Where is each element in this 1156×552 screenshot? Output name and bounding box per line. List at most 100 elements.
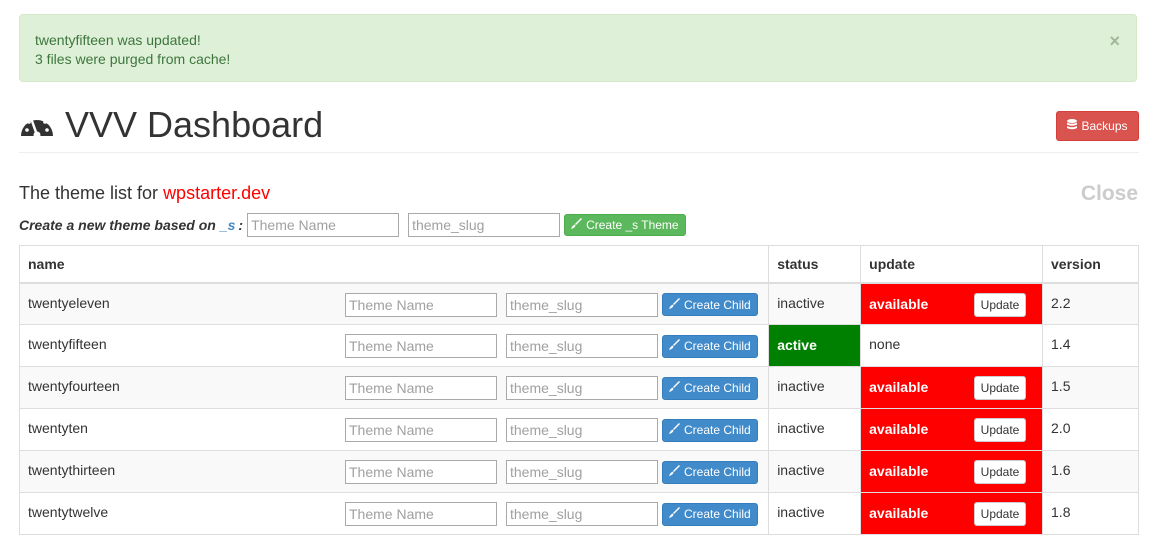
theme-name: twentyfifteen: [28, 336, 107, 352]
create-child-button[interactable]: Create Child: [662, 376, 758, 400]
create-child-label: Create Child: [684, 507, 751, 521]
heading-prefix: The theme list for: [19, 183, 164, 203]
status-cell: inactive: [768, 408, 862, 451]
update-cell: available Update: [860, 282, 1044, 325]
create-child-label: Create Child: [684, 297, 751, 312]
theme-name-cell: twentythirteen Create Child: [18, 450, 770, 493]
version-cell: 1.4: [1042, 324, 1139, 367]
brush-icon: [571, 217, 586, 232]
update-status: none: [869, 336, 901, 352]
child-theme-form: Create Child: [345, 376, 758, 400]
create-child-label: Create Child: [684, 423, 751, 437]
update-cell: available Update: [860, 492, 1044, 535]
column-header-update: update: [860, 245, 1044, 284]
brush-icon: [669, 381, 684, 395]
create-child-button[interactable]: Create Child: [662, 502, 758, 526]
column-header-name: name: [18, 245, 770, 284]
theme-status: active: [777, 337, 817, 353]
new-theme-slug-input[interactable]: [408, 212, 561, 237]
theme-version: 1.6: [1051, 462, 1071, 478]
child-theme-form: Create Child: [345, 418, 758, 442]
table-row: twentyfourteen Create Child inactive availa…: [18, 366, 1139, 409]
update-button[interactable]: Update: [974, 376, 1027, 400]
backups-button[interactable]: Backups: [1056, 111, 1139, 141]
theme-version: 1.4: [1051, 336, 1071, 352]
theme-status: inactive: [777, 294, 825, 311]
theme-version: 1.5: [1051, 378, 1071, 394]
create-child-label: Create Child: [684, 381, 751, 395]
child-theme-form: Create Child: [345, 292, 758, 317]
status-cell: inactive: [768, 282, 862, 325]
create-label-text: Create a new theme based on: [19, 216, 216, 233]
child-theme-slug-input[interactable]: [506, 376, 658, 400]
theme-name-cell: twentyten Create Child: [18, 408, 770, 451]
success-alert: twentyfifteen was updated! 3 files were …: [19, 14, 1137, 82]
theme-list-heading: The theme list for wpstarter.dev: [19, 181, 270, 205]
column-header-version: version: [1042, 245, 1139, 284]
host-name: wpstarter.dev: [163, 183, 271, 203]
child-theme-name-input[interactable]: [345, 418, 497, 442]
theme-name: twentyeleven: [28, 294, 110, 311]
child-theme-name-input[interactable]: [345, 502, 497, 526]
theme-status: inactive: [777, 378, 825, 394]
status-cell: inactive: [768, 492, 862, 535]
status-cell: inactive: [768, 366, 862, 409]
update-button[interactable]: Update: [974, 292, 1027, 317]
version-cell: 1.5: [1042, 366, 1139, 409]
child-theme-slug-input[interactable]: [506, 502, 658, 526]
table-row: twentyeleven Create Child inactive availabl…: [18, 282, 1139, 325]
brush-icon: [669, 339, 684, 353]
child-theme-form: Create Child: [345, 502, 758, 526]
child-theme-name-input[interactable]: [345, 460, 497, 484]
status-cell: inactive: [768, 450, 862, 493]
theme-name-cell: twentytwelve Create Child: [18, 492, 770, 535]
create-label-colon: :: [238, 216, 244, 233]
child-theme-form: Create Child: [345, 334, 758, 358]
close-button[interactable]: Close: [1081, 182, 1138, 206]
update-button[interactable]: Update: [974, 502, 1027, 526]
version-cell: 1.6: [1042, 450, 1139, 493]
theme-name-cell: twentyeleven Create Child: [18, 282, 770, 325]
version-cell: 2.2: [1042, 282, 1139, 325]
child-theme-slug-input[interactable]: [506, 460, 658, 484]
child-theme-name-input[interactable]: [345, 334, 497, 358]
theme-name-cell: twentyfifteen Create Child: [18, 324, 770, 367]
page-title: VVV Dashboard: [65, 104, 324, 145]
database-icon: [1067, 118, 1081, 134]
update-cell: available Update: [860, 408, 1044, 451]
update-cell: available Update: [860, 366, 1044, 409]
update-cell: available Update: [860, 450, 1044, 493]
page-header: VVV Dashboard Backups: [19, 104, 1139, 153]
underscores-link[interactable]: _s: [220, 217, 236, 233]
create-s-theme-button[interactable]: Create _s Theme: [564, 213, 686, 236]
status-cell: active: [768, 324, 862, 367]
child-theme-form: Create Child: [345, 460, 758, 484]
theme-status: inactive: [777, 420, 825, 436]
create-child-label: Create Child: [684, 339, 751, 353]
theme-status: inactive: [777, 462, 825, 478]
table-row: twentyten Create Child inactive availableUp…: [18, 408, 1139, 451]
child-theme-name-input[interactable]: [345, 376, 497, 400]
theme-version: 1.8: [1051, 504, 1071, 520]
new-theme-name-input[interactable]: [247, 212, 400, 237]
child-theme-slug-input[interactable]: [506, 292, 658, 317]
update-button[interactable]: Update: [974, 418, 1027, 442]
create-child-button[interactable]: Create Child: [662, 293, 758, 316]
brush-icon: [669, 423, 684, 437]
create-child-button[interactable]: Create Child: [662, 334, 758, 358]
column-header-status: status: [768, 245, 862, 284]
version-cell: 2.0: [1042, 408, 1139, 451]
create-child-button[interactable]: Create Child: [662, 418, 758, 442]
page-title-wrap: VVV Dashboard: [19, 104, 323, 146]
brush-icon: [669, 465, 684, 479]
alert-message-line-2: 3 files were purged from cache!: [35, 51, 231, 67]
create-child-button[interactable]: Create Child: [662, 460, 758, 484]
update-button[interactable]: Update: [974, 460, 1027, 484]
child-theme-slug-input[interactable]: [506, 334, 658, 358]
theme-name: twentythirteen: [28, 462, 116, 478]
child-theme-name-input[interactable]: [345, 292, 497, 317]
alert-close-button[interactable]: ×: [1109, 32, 1120, 50]
theme-name: twentyten: [28, 420, 88, 436]
child-theme-slug-input[interactable]: [506, 418, 658, 442]
alert-message-line-1: twentyfifteen was updated!: [35, 32, 201, 48]
